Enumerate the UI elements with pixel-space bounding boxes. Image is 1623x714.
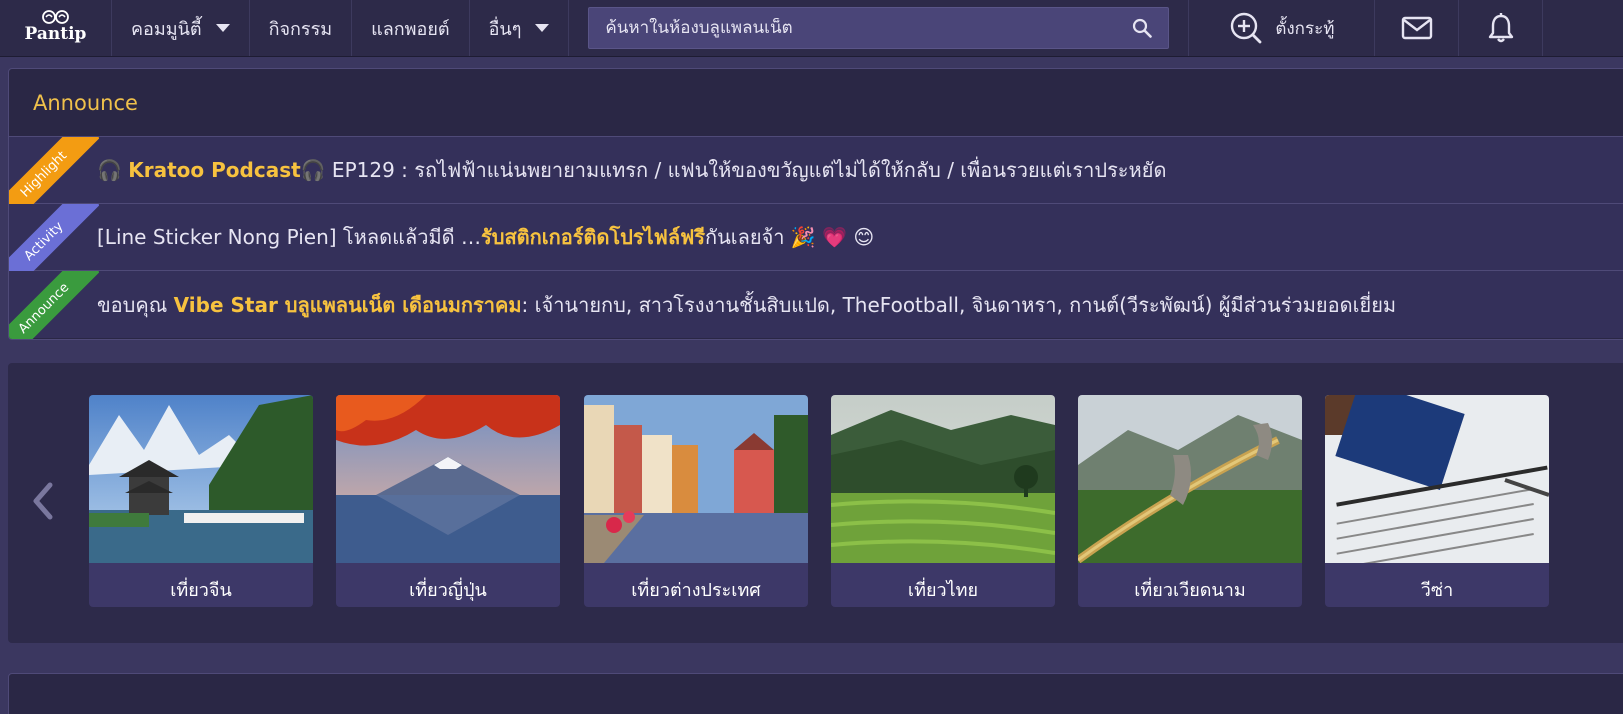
nav-community[interactable]: คอมมูนิตี้ — [112, 0, 250, 56]
announce-panel: Announce Highlight 🎧 Kratoo Podcast 🎧 EP… — [8, 68, 1623, 340]
abroad-travel-image — [584, 395, 808, 563]
thailand-travel-image — [831, 395, 1055, 563]
carousel-card-china[interactable]: เที่ยวจีน — [89, 395, 313, 607]
row-highlight-text[interactable]: Kratoo Podcast — [128, 158, 300, 182]
search-container — [569, 0, 1190, 56]
logo-glyph-icon — [41, 10, 69, 24]
carousel-card-abroad[interactable]: เที่ยวต่างประเทศ — [584, 395, 808, 607]
vietnam-travel-image — [1078, 395, 1302, 564]
visa-document-image — [1325, 395, 1549, 570]
row-suffix: : เจ้านายกบ, สาวโรงงานชั้นสิบแปด, TheFoo… — [521, 292, 1397, 317]
search-input[interactable] — [605, 18, 1126, 38]
nav-redeem-points-label: แลกพอยต์ — [371, 18, 450, 40]
create-post-button[interactable]: ตั้งกระทู้ — [1189, 0, 1376, 56]
nav-others-label: อื่นๆ — [488, 18, 522, 40]
japan-travel-image — [336, 395, 560, 563]
row-prefix: 🎧 — [97, 158, 122, 182]
card-label: เที่ยวไทย — [907, 579, 979, 601]
nav-activities[interactable]: กิจกรรม — [250, 0, 353, 56]
card-label: วีซ่า — [1420, 579, 1454, 601]
announce-title: Announce — [9, 69, 1623, 137]
chevron-down-icon — [535, 24, 550, 32]
logo-text: Pantip — [24, 24, 87, 44]
row-prefix: [Line Sticker Nong Pien] โหลดแล้วมีดี … — [97, 225, 482, 249]
row-suffix: กันเลยจ้า 🎉 💗 😊 — [705, 225, 875, 249]
top-navigation-bar: Pantip คอมมูนิตี้ กิจกรรม แลกพอยต์ อื่นๆ… — [0, 0, 1623, 57]
carousel-card-japan[interactable]: เที่ยวญี่ปุ่น — [336, 395, 560, 607]
announce-row-activity[interactable]: Activity [Line Sticker Nong Pien] โหลดแล… — [9, 204, 1623, 294]
card-label: เที่ยวญี่ปุ่น — [409, 579, 487, 601]
chevron-down-icon — [215, 24, 230, 32]
row-highlight-text[interactable]: รับสติกเกอร์ติดโปรไฟล์ฟรี — [481, 221, 705, 253]
card-label: เที่ยวจีน — [170, 579, 232, 601]
nav-others[interactable]: อื่นๆ — [470, 0, 570, 56]
messages-button[interactable] — [1375, 0, 1460, 56]
carousel-card-visa[interactable]: วีซ่า — [1325, 395, 1549, 607]
china-travel-image — [89, 395, 313, 563]
create-post-label: ตั้งกระทู้ — [1275, 18, 1335, 39]
bell-icon — [1488, 13, 1514, 43]
tag-carousel: เที่ยวจีน เที่ยวญี่ปุ่น เที่ยวต่างประเทศ… — [8, 363, 1623, 643]
pantip-logo[interactable]: Pantip — [0, 0, 112, 56]
search-box — [588, 7, 1170, 49]
announce-tag: Announce — [9, 271, 99, 339]
chevron-left-icon[interactable] — [28, 481, 58, 521]
mail-icon — [1401, 16, 1433, 40]
row-highlight-text[interactable]: Vibe Star บลูแพลนเน็ต เดือนมกราคม — [174, 289, 522, 321]
row-suffix: 🎧 EP129 : รถไฟฟ้าแน่นพยายามแทรก / แฟนให้… — [300, 158, 1167, 182]
add-post-icon — [1231, 12, 1262, 44]
row-prefix: ขอบคุณ — [97, 292, 168, 317]
carousel-card-vietnam[interactable]: เที่ยวเวียดนาม — [1078, 395, 1302, 607]
card-label: เที่ยวต่างประเทศ — [631, 579, 761, 601]
search-icon[interactable] — [1132, 18, 1153, 38]
carousel-card-thailand[interactable]: เที่ยวไทย — [831, 395, 1055, 607]
nav-redeem-points[interactable]: แลกพอยต์ — [352, 0, 470, 56]
announce-row-announce[interactable]: Announce ขอบคุณ Vibe Star บลูแพลนเน็ต เด… — [9, 271, 1623, 339]
nav-community-label: คอมมูนิตี้ — [131, 18, 202, 40]
announce-row-highlight[interactable]: Highlight 🎧 Kratoo Podcast 🎧 EP129 : รถไ… — [9, 137, 1623, 227]
notifications-button[interactable] — [1459, 0, 1544, 56]
nav-activities-label: กิจกรรม — [268, 18, 333, 40]
next-section-panel — [8, 673, 1623, 714]
card-label: เที่ยวเวียดนาม — [1134, 579, 1246, 601]
